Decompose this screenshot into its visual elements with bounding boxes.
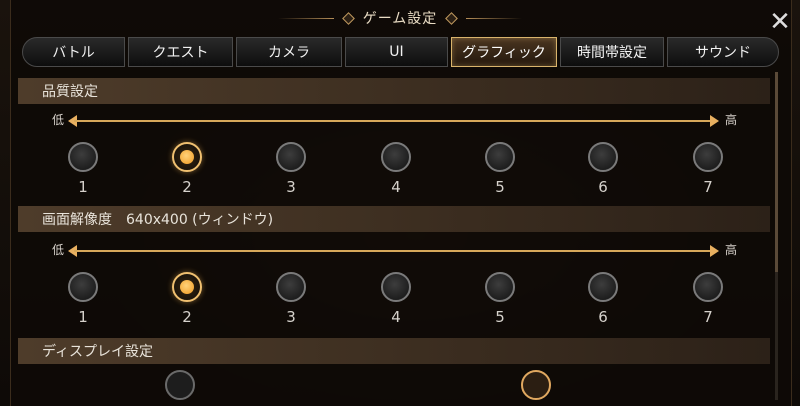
arrow-right-icon (710, 115, 719, 127)
window-title: ゲーム設定 (362, 11, 438, 27)
tab-graphics[interactable]: グラフィック (451, 37, 557, 67)
radio-button[interactable] (381, 272, 411, 302)
tab-quest[interactable]: クエスト (128, 37, 233, 67)
tab-time-of-day[interactable]: 時間帯設定 (560, 37, 664, 67)
radio-button[interactable] (485, 142, 515, 172)
option-6[interactable]: 6 (583, 142, 623, 196)
option-label: 3 (286, 178, 296, 196)
scale-line (74, 250, 712, 252)
option-6[interactable]: 6 (583, 272, 623, 326)
tab-label: サウンド (695, 45, 751, 61)
option-label: 2 (182, 178, 192, 196)
tab-battle[interactable]: バトル (22, 37, 125, 67)
tab-label: バトル (52, 45, 95, 61)
radio-button[interactable] (68, 142, 98, 172)
window-title-bar: ゲーム設定 (0, 6, 800, 30)
radio-dot (180, 150, 194, 164)
tab-label: カメラ (268, 45, 310, 61)
option-label: 5 (495, 178, 505, 196)
section-resolution-header: 画面解像度 640x400 (ウィンドウ) (18, 206, 770, 232)
option-2[interactable]: 2 (167, 142, 207, 196)
option-7[interactable]: 7 (688, 142, 728, 196)
option-label: 3 (286, 308, 296, 326)
tab-label: 時間帯設定 (577, 45, 647, 61)
tab-bar: バトル クエスト カメラ UI グラフィック 時間帯設定 サウンド (22, 37, 779, 67)
radio-button[interactable] (588, 272, 618, 302)
tab-label: UI (389, 44, 404, 60)
tab-label: グラフィック (462, 45, 546, 61)
title-diamond-icon (341, 11, 355, 25)
title-ornament-left (277, 17, 334, 19)
radio-button[interactable] (588, 142, 618, 172)
option-5[interactable]: 5 (480, 142, 520, 196)
scale-high-label: 高 (725, 113, 738, 127)
radio-button[interactable] (276, 142, 306, 172)
quality-scale: 低 高 (18, 111, 770, 131)
display-option-radio[interactable] (521, 370, 551, 400)
option-label: 1 (78, 308, 88, 326)
radio-button[interactable] (68, 272, 98, 302)
option-5[interactable]: 5 (480, 272, 520, 326)
option-label: 1 (78, 178, 88, 196)
section-title: ディスプレイ設定 (42, 344, 154, 360)
title-ornament-right (466, 17, 523, 19)
close-icon[interactable]: ✕ (766, 8, 794, 36)
display-option-radio[interactable] (165, 370, 195, 400)
option-label: 4 (391, 308, 401, 326)
resolution-scale: 低 高 (18, 241, 770, 261)
section-title: 品質設定 (42, 84, 98, 100)
quality-options: 1 2 3 4 5 6 7 (18, 142, 770, 202)
scrollbar-thumb[interactable] (775, 72, 778, 272)
option-4[interactable]: 4 (376, 272, 416, 326)
option-2[interactable]: 2 (167, 272, 207, 326)
option-3[interactable]: 3 (271, 142, 311, 196)
option-label: 7 (703, 178, 713, 196)
tab-camera[interactable]: カメラ (236, 37, 342, 67)
option-label: 4 (391, 178, 401, 196)
option-7[interactable]: 7 (688, 272, 728, 326)
section-quality-header: 品質設定 (18, 78, 770, 104)
option-label: 7 (703, 308, 713, 326)
option-label: 5 (495, 308, 505, 326)
arrow-right-icon (710, 245, 719, 257)
radio-button[interactable] (693, 142, 723, 172)
radio-dot (180, 280, 194, 294)
option-1[interactable]: 1 (63, 142, 103, 196)
tab-sound[interactable]: サウンド (667, 37, 779, 67)
radio-button[interactable] (693, 272, 723, 302)
option-3[interactable]: 3 (271, 272, 311, 326)
scale-line (74, 120, 712, 122)
option-4[interactable]: 4 (376, 142, 416, 196)
tab-ui[interactable]: UI (345, 37, 448, 67)
radio-button[interactable] (276, 272, 306, 302)
section-display-header: ディスプレイ設定 (18, 338, 770, 364)
option-1[interactable]: 1 (63, 272, 103, 326)
radio-selected[interactable] (172, 272, 202, 302)
radio-button[interactable] (485, 272, 515, 302)
option-label: 6 (598, 308, 608, 326)
option-label: 2 (182, 308, 192, 326)
scale-high-label: 高 (725, 243, 738, 257)
scale-low-label: 低 (52, 243, 65, 257)
option-label: 6 (598, 178, 608, 196)
tab-label: クエスト (152, 45, 209, 61)
section-title: 画面解像度 640x400 (ウィンドウ) (42, 212, 274, 228)
title-diamond-icon (445, 11, 459, 25)
radio-button[interactable] (381, 142, 411, 172)
resolution-options: 1 2 3 4 5 6 7 (18, 272, 770, 332)
scale-low-label: 低 (52, 113, 65, 127)
radio-selected[interactable] (172, 142, 202, 172)
